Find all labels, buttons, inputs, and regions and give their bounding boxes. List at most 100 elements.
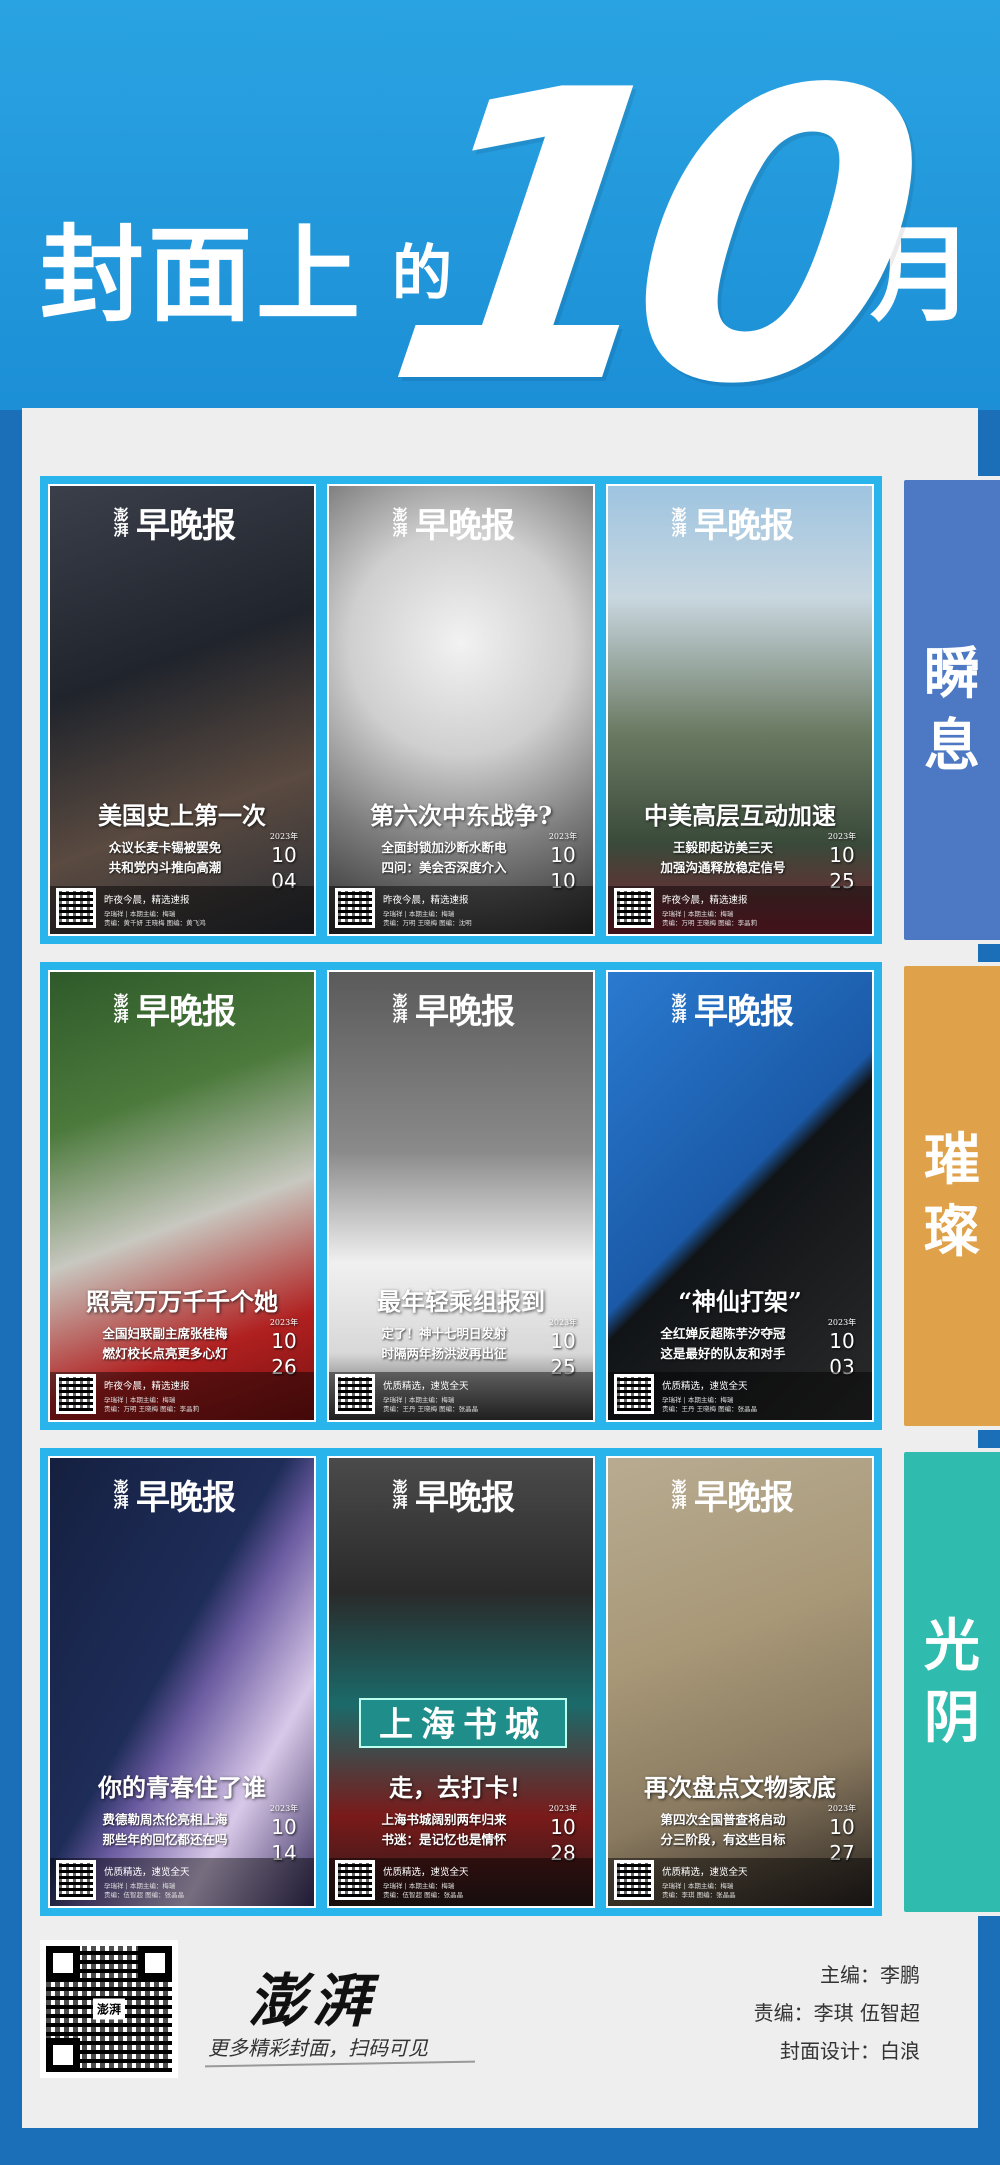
cover-slogan: 优质精选，速览全天 — [662, 1381, 748, 1392]
cover-credits: 孕瑞祥 | 本期主编：梅瑞 责编：王丹 王晓梅 图编：张晶晶 — [383, 1396, 478, 1414]
cover-credits: 孕瑞祥 | 本期主编：梅瑞 责编：万明 王晓梅 图编：沈明 — [383, 910, 472, 928]
cover-subtitle: 费德勒周杰伦亮相上海 那些年的回忆都还在吗 — [70, 1810, 260, 1850]
cover-month: 10 — [550, 1815, 576, 1839]
cover-logo-small: 澎湃 — [113, 505, 129, 539]
cover-qr-code — [614, 1374, 654, 1414]
cover-year: 2023年 — [548, 832, 578, 841]
cover-logo-big: 早晚报 — [136, 506, 236, 546]
cover-date: 2023年 10 26 — [264, 1318, 304, 1380]
cover-credits-line: 责编：王丹 王晓梅 图编：张晶晶 — [662, 1405, 758, 1413]
cover-card[interactable]: 澎湃 早晚报 照亮万万千千个她 全国妇联副主席张桂梅 燃灯校长点亮更多心灯 202… — [48, 970, 316, 1422]
section-tab[interactable]: 璀璨 — [900, 962, 1000, 1430]
cover-card[interactable]: 澎湃 早晚报 “神仙打架” 全红婵反超陈芋汐夺冠 这是最好的队友和对手 2023年… — [606, 970, 874, 1422]
cover-subtitle: 第四次全国普查将启动 分三阶段，有这些目标 — [628, 1810, 818, 1850]
section-tab-char: 璀 — [924, 1127, 980, 1193]
cover-row: 澎湃 早晚报 你的青春住了谁 费德勒周杰伦亮相上海 那些年的回忆都还在吗 2023… — [40, 1448, 882, 1916]
cover-credits-line: 孕瑞祥 | 本期主编：梅瑞 — [662, 910, 734, 918]
cover-subtitle-line: 时隔两年扬洪波再出征 — [381, 1346, 507, 1361]
cover-logo: 澎湃 早晚报 — [670, 1470, 794, 1519]
cover-logo-big: 早晚报 — [415, 1478, 515, 1518]
cover-slogan: 优质精选，速览全天 — [383, 1381, 469, 1392]
cover-qr-code — [614, 1860, 654, 1900]
cover-subtitle-line: 众议长麦卡锡被罢免 — [108, 840, 222, 855]
cover-title: 美国史上第一次 — [98, 801, 266, 830]
cover-month: 10 — [550, 1329, 576, 1353]
cover-card[interactable]: 澎湃 早晚报 美国史上第一次 众议长麦卡锡被罢免 共和党内斗推向高潮 2023年 … — [48, 484, 316, 936]
cover-year: 2023年 — [269, 1804, 299, 1813]
cover-logo-big: 早晚报 — [415, 992, 515, 1032]
cover-logo-small: 澎湃 — [392, 1477, 408, 1511]
cover-credits-line: 孕瑞祥 | 本期主编：梅瑞 — [662, 1882, 734, 1890]
cover-date: 2023年 10 04 — [264, 832, 304, 894]
cover-logo-small: 澎湃 — [671, 991, 687, 1025]
cover-card[interactable]: 澎湃 早晚报 中美高层互动加速 王毅即起访美三天 加强沟通释放稳定信号 2023年… — [606, 484, 874, 936]
cover-card[interactable]: 澎湃 早晚报 你的青春住了谁 费德勒周杰伦亮相上海 那些年的回忆都还在吗 2023… — [48, 1456, 316, 1908]
footer-qr-code[interactable]: 澎湃 — [40, 1940, 178, 2078]
cover-subtitle-line: 费德勒周杰伦亮相上海 — [102, 1812, 228, 1827]
cover-date: 2023年 10 10 — [543, 832, 583, 894]
cover-card[interactable]: 澎湃 早晚报 再次盘点文物家底 第四次全国普查将启动 分三阶段，有这些目标 202… — [606, 1456, 874, 1908]
cover-subtitle-line: 书迷：是记忆也是情怀 — [381, 1832, 507, 1847]
cover-credits: 孕瑞祥 | 本期主编：梅瑞 责编：李琪 图编：张晶晶 — [662, 1882, 736, 1900]
cover-credits-line: 责编：李琪 图编：张晶晶 — [662, 1891, 736, 1899]
cover-logo-small: 澎湃 — [113, 1477, 129, 1511]
footer-qr-label: 澎湃 — [92, 1998, 126, 2020]
cover-subtitle-line: 那些年的回忆都还在吗 — [102, 1832, 228, 1847]
cover-logo: 澎湃 早晚报 — [670, 984, 794, 1033]
cover-credits-line: 孕瑞祥 | 本期主编：梅瑞 — [662, 1396, 734, 1404]
cover-slogan: 优质精选，速览全天 — [383, 1867, 469, 1878]
header-title-main: 封面上 — [40, 213, 365, 336]
cover-row: 澎湃 早晚报 照亮万万千千个她 全国妇联副主席张桂梅 燃灯校长点亮更多心灯 202… — [40, 962, 882, 1430]
cover-logo: 澎湃 早晚报 — [112, 498, 236, 547]
cover-credits-line: 孕瑞祥 | 本期主编：梅瑞 — [104, 1396, 176, 1404]
cover-date: 2023年 10 25 — [822, 832, 862, 894]
editors: 责编：李琪 伍智超 — [753, 2001, 920, 2025]
cover-credits-line: 责编：黄千妍 王晓梅 图编：黄飞鸿 — [104, 919, 206, 927]
chief-editor: 主编：李鹏 — [820, 1963, 920, 1987]
footer-slogan: 更多精彩封面，扫码可见 — [208, 2036, 428, 2060]
cover-title: 最年轻乘组报到 — [377, 1287, 545, 1316]
cover-subtitle-line: 共和党内斗推向高潮 — [108, 860, 222, 875]
cover-logo: 澎湃 早晚报 — [112, 1470, 236, 1519]
cover-card[interactable]: 澎湃 早晚报 最年轻乘组报到 定了！神十七明日发射 时隔两年扬洪波再出征 2023… — [327, 970, 595, 1422]
cover-slogan: 昨夜今晨，精选速报 — [104, 895, 190, 906]
cover-card[interactable]: 澎湃 早晚报 走，去打卡！ 上海书城阔别两年归来 书迷：是记忆也是情怀 2023年… — [327, 1456, 595, 1908]
cover-date: 2023年 10 25 — [543, 1318, 583, 1380]
cover-credits: 孕瑞祥 | 本期主编：梅瑞 责编：万明 王晓梅 图编：李晶莉 — [662, 910, 757, 928]
section-tab[interactable]: 瞬息 — [900, 476, 1000, 944]
cover-credits: 孕瑞祥 | 本期主编：梅瑞 责编：伍智超 图编：张晶晶 — [383, 1882, 463, 1900]
cover-title: 你的青春住了谁 — [98, 1773, 266, 1802]
cover-month: 10 — [829, 1815, 855, 1839]
cover-date: 2023年 10 28 — [543, 1804, 583, 1866]
cover-subtitle-line: 四问：美会否深度介入 — [381, 860, 507, 875]
cover-subtitle-line: 加强沟通释放稳定信号 — [660, 860, 786, 875]
cover-title: 第六次中东战争? — [369, 801, 553, 830]
cover-logo-big: 早晚报 — [694, 992, 794, 1032]
cover-title: 再次盘点文物家底 — [644, 1773, 836, 1802]
footer: 澎湃 澎湃 更多精彩封面，扫码可见 主编：李鹏 责编：李琪 伍智超 封面设计：白… — [40, 1938, 960, 2088]
cover-credits-line: 孕瑞祥 | 本期主编：梅瑞 — [104, 910, 176, 918]
cover-subtitle-line: 这是最好的队友和对手 — [660, 1346, 786, 1361]
cover-date: 2023年 10 03 — [822, 1318, 862, 1380]
cover-slogan: 优质精选，速览全天 — [104, 1867, 190, 1878]
cover-credits: 孕瑞祥 | 本期主编：梅瑞 责编：王丹 王晓梅 图编：张晶晶 — [662, 1396, 757, 1414]
cover-subtitle-line: 全国妇联副主席张桂梅 — [102, 1326, 228, 1341]
cover-designer: 封面设计：白浪 — [780, 2039, 920, 2063]
cover-logo-big: 早晚报 — [415, 506, 515, 546]
cover-credits-line: 孕瑞祥 | 本期主编：梅瑞 — [383, 910, 455, 918]
cover-year: 2023年 — [827, 832, 857, 841]
cover-credits: 孕瑞祥 | 本期主编：梅瑞 责编：伍智超 图编：张晶晶 — [104, 1882, 184, 1900]
cover-title: 走，去打卡！ — [389, 1773, 533, 1802]
cover-month: 10 — [271, 1815, 297, 1839]
cover-year: 2023年 — [548, 1804, 578, 1813]
cover-row: 澎湃 早晚报 美国史上第一次 众议长麦卡锡被罢免 共和党内斗推向高潮 2023年 … — [40, 476, 882, 944]
cover-date: 2023年 10 27 — [822, 1804, 862, 1866]
cover-card[interactable]: 澎湃 早晚报 第六次中东战争? 全面封锁加沙断水断电 四问：美会否深度介入 202… — [327, 484, 595, 936]
section-tab-char: 璨 — [924, 1199, 980, 1265]
cover-qr-code — [56, 1860, 96, 1900]
cover-logo-small: 澎湃 — [671, 505, 687, 539]
cover-slogan: 昨夜今晨，精选速报 — [662, 895, 748, 906]
cover-logo: 澎湃 早晚报 — [391, 984, 515, 1033]
cover-month: 10 — [829, 843, 855, 867]
section-tab[interactable]: 光阴 — [900, 1448, 1000, 1916]
